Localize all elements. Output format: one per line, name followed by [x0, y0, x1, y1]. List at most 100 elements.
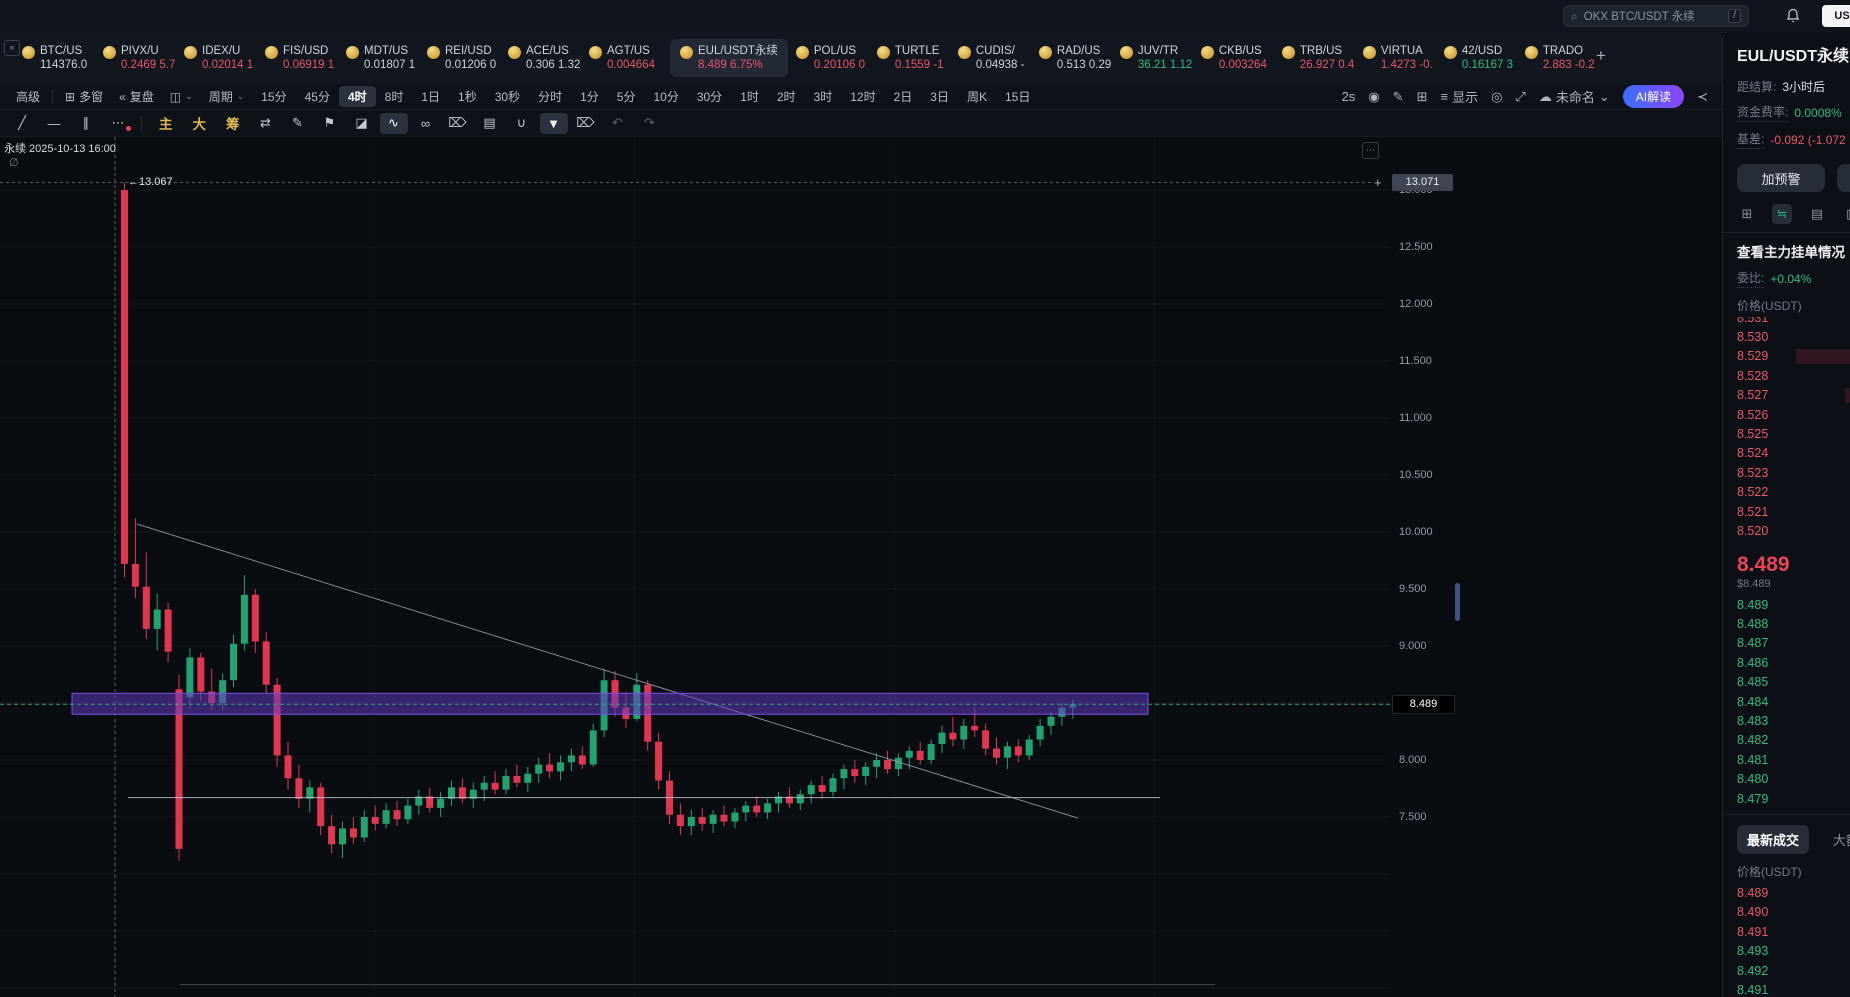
bid-row[interactable]: 8.488	[1737, 614, 1850, 633]
bid-row[interactable]: 8.484	[1737, 692, 1850, 711]
share-icon[interactable]: ≺	[1697, 89, 1708, 105]
redo-icon[interactable]: ↷	[636, 113, 664, 134]
bid-row[interactable]: 8.482	[1737, 731, 1850, 750]
timeframe-1日[interactable]: 1日	[412, 86, 449, 107]
ask-row[interactable]: 8.523	[1737, 463, 1850, 482]
bid-row[interactable]: 8.489	[1737, 595, 1850, 614]
timeframe-30秒[interactable]: 30秒	[486, 86, 529, 107]
timeframe-8时[interactable]: 8时	[376, 86, 413, 107]
filter-icon[interactable]: ▼	[539, 112, 568, 134]
brush-icon[interactable]: ⋯	[104, 113, 132, 134]
ask-row[interactable]: 8.524	[1737, 444, 1850, 463]
currency-selector[interactable]: USD	[1822, 5, 1850, 27]
ask-row[interactable]: 8.531	[1737, 317, 1850, 327]
ticker-item[interactable]: TRADO 2.883 -0.2	[1524, 44, 1606, 72]
orderbook-view-icon-3[interactable]: ▤	[1807, 204, 1827, 224]
timeframe-10分[interactable]: 10分	[644, 86, 687, 107]
trade-row[interactable]: 8.493	[1737, 941, 1850, 960]
timeframe-4时[interactable]: 4时	[338, 86, 376, 107]
ticker-item[interactable]: TRB/US 26.927 0.4	[1281, 44, 1363, 72]
bid-row[interactable]: 8.481	[1737, 750, 1850, 769]
bid-row[interactable]: 8.487	[1737, 634, 1850, 653]
timeframe-3时[interactable]: 3时	[805, 86, 842, 107]
timeframe-15分[interactable]: 15分	[252, 86, 295, 107]
trade-row[interactable]: 8.491	[1737, 922, 1850, 941]
ticker-item[interactable]: VIRTUA 1.4273 -0.	[1362, 44, 1444, 72]
ticker-item[interactable]: TURTLE 0.1559 -1	[876, 44, 958, 72]
bookmark-icon[interactable]: ⚑	[316, 113, 344, 134]
speed-selector[interactable]: 2s	[1342, 89, 1356, 104]
ask-row[interactable]: 8.520	[1737, 521, 1850, 540]
timeframe-1分[interactable]: 1分	[571, 86, 608, 107]
advanced-menu[interactable]: 高级	[8, 86, 48, 107]
timeframe-3日[interactable]: 3日	[921, 86, 958, 107]
timeframe-15日[interactable]: 15日	[996, 86, 1039, 107]
parallel-channel-icon[interactable]: ∥	[72, 113, 100, 134]
chip-distribution-label[interactable]: 筹	[218, 113, 248, 133]
order-note-icon[interactable]: ▤	[476, 113, 504, 134]
major-orders-link[interactable]: 查看主力挂单情况	[1737, 241, 1850, 261]
timeframe-2日[interactable]: 2日	[885, 86, 922, 107]
crosshair-plus-icon[interactable]: +	[1374, 175, 1382, 190]
timeframe-1秒[interactable]: 1秒	[449, 86, 486, 107]
ticker-item[interactable]: ACE/US 0.306 1.32	[508, 44, 589, 72]
timeframe-5分[interactable]: 5分	[608, 86, 645, 107]
trend-line-icon[interactable]: ╱	[8, 113, 36, 134]
tab-large-trades[interactable]: 大额成交	[1823, 825, 1850, 854]
main-indicator-label[interactable]: 主	[151, 113, 181, 133]
ask-row[interactable]: 8.530	[1737, 327, 1850, 346]
compare-icon[interactable]: ⊞	[1417, 89, 1428, 105]
scrollbar-thumb[interactable]	[1455, 583, 1460, 621]
ticker-item[interactable]: CKB/US 0.003264	[1200, 44, 1282, 72]
bid-row[interactable]: 8.486	[1737, 653, 1850, 672]
camera-icon[interactable]: ◉	[1368, 89, 1379, 105]
ask-row[interactable]: 8.526	[1737, 405, 1850, 424]
trade-row[interactable]: 8.490	[1737, 903, 1850, 922]
trade-row[interactable]: 8.491	[1737, 980, 1850, 997]
ticker-item[interactable]: POL/US 0.20106 0	[795, 44, 877, 72]
timeframe-30分[interactable]: 30分	[688, 86, 731, 107]
ticker-item[interactable]: RAD/US 0.513 0.29	[1038, 44, 1120, 72]
binoculars-icon[interactable]: ∞	[412, 113, 440, 134]
orderbook-view-icon-4[interactable]: ▥	[1842, 204, 1850, 224]
ticker-item[interactable]: CUDIS/0.04938 -	[957, 44, 1039, 72]
ticker-item[interactable]: FIS/USD 0.06919 1	[265, 44, 346, 72]
horizontal-line-icon[interactable]: ―	[40, 113, 68, 134]
edit-icon[interactable]: ✎	[1393, 89, 1404, 105]
timeframe-2时[interactable]: 2时	[768, 86, 805, 107]
target-icon[interactable]: ◎	[1491, 89, 1502, 105]
trash-icon-2[interactable]: ⌦	[572, 113, 600, 134]
multi-window-button[interactable]: ⊞ 多窗	[57, 86, 111, 107]
replay-button[interactable]: «复盘	[111, 86, 162, 107]
tab-latest-trades[interactable]: 最新成交	[1737, 825, 1810, 855]
ai-analysis-button[interactable]: AI解读	[1622, 85, 1685, 108]
display-settings-button[interactable]: ≡ 显示	[1440, 87, 1478, 106]
ask-row[interactable]: 8.521	[1737, 502, 1850, 521]
trade-row[interactable]: 8.492	[1737, 961, 1850, 980]
ticker-item[interactable]: PIVX/U 0.2469 5.7	[103, 44, 184, 72]
add-ticker-button[interactable]: +	[1596, 46, 1606, 66]
magnet-icon[interactable]: ∪	[508, 113, 536, 134]
ticker-item[interactable]: 42/USD 0.16167 3	[1443, 44, 1525, 72]
eraser-icon[interactable]: ◪	[348, 113, 376, 134]
add-favorite-button[interactable]: 加自选	[1837, 164, 1850, 192]
ticker-item[interactable]: AGT/US 0.004664	[589, 44, 670, 72]
timeframe-45分[interactable]: 45分	[296, 86, 339, 107]
marker-pen-icon[interactable]: ✎	[284, 113, 312, 134]
period-dropdown[interactable]: 周期 ⌄	[201, 86, 253, 107]
timeframe-分时[interactable]: 分时	[529, 86, 571, 107]
chart-settings-icon[interactable]: ⋯	[1362, 142, 1379, 159]
ticker-item[interactable]: EUL/USDT永续 8.489 6.75%	[670, 39, 788, 77]
ask-row[interactable]: 8.525	[1737, 424, 1850, 443]
undo-icon[interactable]: ↶	[604, 113, 632, 134]
ticker-item[interactable]: IDEX/U 0.02014 1	[184, 44, 265, 72]
timeframe-周K[interactable]: 周K	[958, 86, 996, 107]
timeframe-12时[interactable]: 12时	[841, 86, 884, 107]
bell-icon[interactable]	[1785, 8, 1801, 24]
large-view-label[interactable]: 大	[185, 113, 215, 133]
ask-row[interactable]: 8.522	[1737, 483, 1850, 502]
ticker-item[interactable]: JUV/TR 36.21 1.12	[1119, 44, 1201, 72]
price-axis[interactable]: 13.00012.50012.00011.50011.00010.50010.0…	[1390, 137, 1458, 997]
bid-row[interactable]: 8.485	[1737, 673, 1850, 692]
bid-row[interactable]: 8.480	[1737, 770, 1850, 789]
